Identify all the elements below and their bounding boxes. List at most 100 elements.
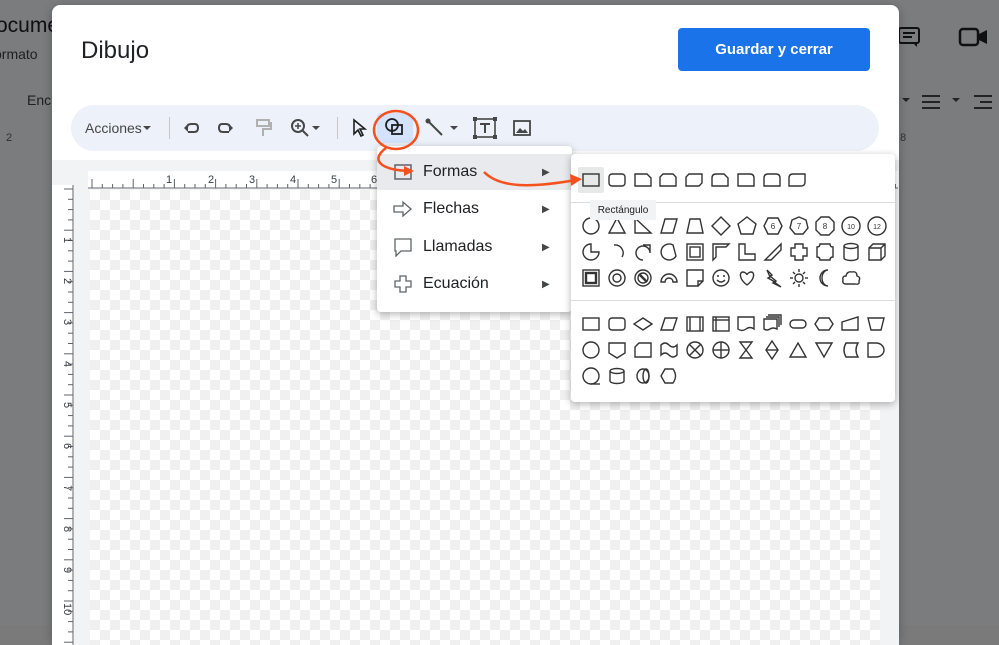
cloud-shape-icon[interactable] bbox=[840, 267, 862, 289]
half-frame-shape-icon[interactable] bbox=[710, 241, 732, 263]
connector-shape-icon[interactable] bbox=[580, 339, 602, 361]
menu-item-label: Flechas bbox=[423, 200, 480, 217]
menu-item-llamadas[interactable]: Llamadas ▶ bbox=[377, 229, 572, 265]
round-single-shape-icon[interactable] bbox=[735, 169, 757, 191]
document-shape-icon[interactable] bbox=[735, 313, 757, 335]
display-shape-icon[interactable] bbox=[658, 365, 680, 387]
off-page-connector-shape-icon[interactable] bbox=[606, 339, 628, 361]
sequential-access-storage-shape-icon[interactable] bbox=[580, 365, 602, 387]
plaque-shape-icon[interactable] bbox=[814, 241, 836, 263]
or-shape-icon[interactable] bbox=[710, 339, 732, 361]
image-button[interactable] bbox=[509, 117, 535, 139]
plus-icon bbox=[394, 275, 412, 293]
diagonal-stripe-shape-icon[interactable] bbox=[762, 241, 784, 263]
ruler-number: 5 bbox=[331, 174, 337, 186]
select-tool-button[interactable] bbox=[348, 117, 370, 139]
snip-diagonal-shape-icon[interactable] bbox=[683, 169, 705, 191]
snip-corner-shape-icon[interactable] bbox=[632, 169, 654, 191]
round-snip-shape-icon[interactable] bbox=[709, 169, 731, 191]
line-tool-button[interactable] bbox=[420, 117, 464, 139]
no-symbol-shape-icon[interactable] bbox=[632, 267, 654, 289]
snip-same-side-shape-icon[interactable] bbox=[657, 169, 679, 191]
pie-shape-icon[interactable] bbox=[580, 241, 602, 263]
heptagon-shape-icon[interactable]: 7 bbox=[788, 215, 810, 237]
chord-shape-icon[interactable] bbox=[658, 241, 680, 263]
predefined-process-shape-icon[interactable] bbox=[684, 313, 706, 335]
frame-shape-icon[interactable] bbox=[684, 241, 706, 263]
stored-data-shape-icon[interactable] bbox=[839, 339, 861, 361]
redo-button[interactable] bbox=[214, 117, 238, 139]
undo-icon bbox=[184, 123, 200, 133]
cube-shape-icon[interactable] bbox=[866, 241, 888, 263]
sort-shape-icon[interactable] bbox=[761, 339, 783, 361]
paint-roller-icon bbox=[256, 119, 272, 136]
punched-tape-shape-icon[interactable] bbox=[658, 339, 680, 361]
hexagon-shape-icon[interactable]: 6 bbox=[762, 215, 784, 237]
undo-button[interactable] bbox=[179, 117, 203, 139]
ruler-number: 5 bbox=[61, 402, 73, 408]
collate-shape-icon[interactable] bbox=[735, 339, 757, 361]
manual-input-shape-icon[interactable] bbox=[839, 313, 861, 335]
actions-menu-button[interactable]: Acciones bbox=[85, 117, 152, 139]
terminator-shape-icon[interactable] bbox=[787, 313, 809, 335]
decagon-shape-icon[interactable]: 10 bbox=[840, 215, 862, 237]
round-diagonal-shape-icon[interactable] bbox=[786, 169, 808, 191]
card-shape-icon[interactable] bbox=[632, 339, 654, 361]
callout-icon bbox=[394, 238, 412, 257]
save-and-close-button[interactable]: Guardar y cerrar bbox=[678, 28, 870, 71]
magnetic-disk-shape-icon[interactable] bbox=[606, 365, 628, 387]
parallelogram-shape-icon[interactable] bbox=[658, 215, 680, 237]
summing-junction-shape-icon[interactable] bbox=[684, 339, 706, 361]
direct-access-storage-shape-icon[interactable] bbox=[632, 365, 654, 387]
arc-shape-icon[interactable] bbox=[606, 241, 628, 263]
decision-shape-icon[interactable] bbox=[632, 313, 654, 335]
extract-shape-icon[interactable] bbox=[787, 339, 809, 361]
folded-corner-shape-icon[interactable] bbox=[684, 267, 706, 289]
smiley-face-shape-icon[interactable] bbox=[710, 267, 732, 289]
ruler-number: 3 bbox=[249, 174, 255, 186]
multidocument-shape-icon[interactable] bbox=[761, 313, 783, 335]
pentagon-shape-icon[interactable] bbox=[736, 215, 758, 237]
octagon-shape-icon[interactable]: 8 bbox=[814, 215, 836, 237]
block-arc-shape-icon[interactable] bbox=[658, 267, 680, 289]
rectangle-shape-icon[interactable] bbox=[580, 169, 602, 191]
merge-shape-icon[interactable] bbox=[813, 339, 835, 361]
menu-item-flechas[interactable]: Flechas ▶ bbox=[377, 191, 572, 227]
toolbar-divider bbox=[337, 117, 338, 139]
internal-storage-shape-icon[interactable] bbox=[710, 313, 732, 335]
menu-item-ecuacion[interactable]: Ecuación ▶ bbox=[377, 266, 572, 302]
ruler-number: 2 bbox=[61, 278, 73, 284]
zoom-button[interactable] bbox=[286, 117, 326, 139]
process-shape-icon[interactable] bbox=[580, 313, 602, 335]
text-box-button[interactable] bbox=[472, 117, 498, 139]
bevel-shape-icon[interactable] bbox=[580, 267, 602, 289]
chevron-down-icon bbox=[142, 126, 151, 130]
diamond-shape-icon[interactable] bbox=[710, 215, 732, 237]
cross-shape-icon[interactable] bbox=[788, 241, 810, 263]
sun-shape-icon[interactable] bbox=[788, 267, 810, 289]
moon-shape-icon[interactable] bbox=[814, 267, 836, 289]
rounded-rectangle-shape-icon[interactable] bbox=[606, 169, 628, 191]
manual-operation-shape-icon[interactable] bbox=[865, 313, 887, 335]
data-shape-icon[interactable] bbox=[658, 313, 680, 335]
shapes-icon bbox=[385, 118, 403, 135]
menu-item-formas[interactable]: Formas ▶ bbox=[377, 154, 572, 190]
can-shape-icon[interactable] bbox=[840, 241, 862, 263]
donut-shape-icon[interactable] bbox=[606, 267, 628, 289]
teardrop-shape-icon[interactable] bbox=[632, 241, 654, 263]
actions-label: Acciones bbox=[85, 120, 142, 136]
shape-tool-button[interactable] bbox=[377, 113, 413, 143]
delay-shape-icon[interactable] bbox=[865, 339, 887, 361]
paint-format-button[interactable] bbox=[251, 117, 275, 139]
menu-item-label: Formas bbox=[423, 163, 478, 180]
lightning-bolt-shape-icon[interactable] bbox=[762, 267, 784, 289]
svg-text:12: 12 bbox=[873, 224, 881, 231]
round-same-side-shape-icon[interactable] bbox=[761, 169, 783, 191]
heart-shape-icon[interactable] bbox=[736, 267, 758, 289]
dodecagon-shape-icon[interactable]: 12 bbox=[866, 215, 888, 237]
alternate-process-shape-icon[interactable] bbox=[606, 313, 628, 335]
l-shape-shape-icon[interactable] bbox=[736, 241, 758, 263]
preparation-shape-icon[interactable] bbox=[813, 313, 835, 335]
trapezoid-shape-icon[interactable] bbox=[684, 215, 706, 237]
ruler-number: 10 bbox=[61, 603, 73, 615]
